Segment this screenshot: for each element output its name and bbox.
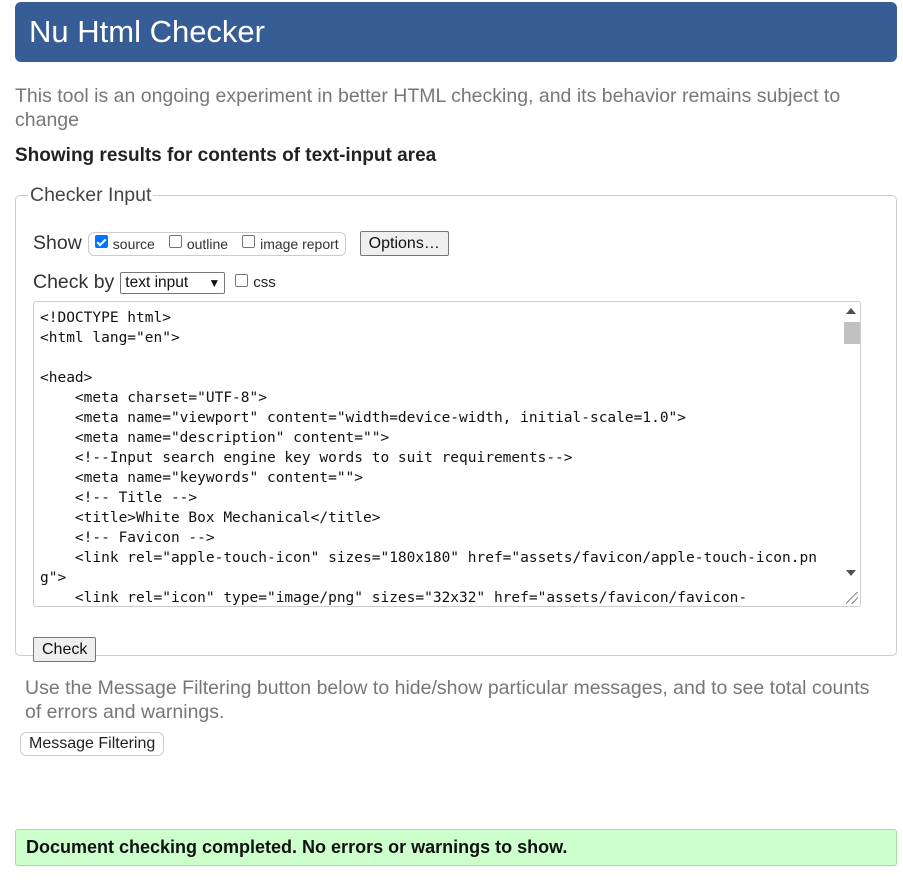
outline-label: outline	[186, 235, 229, 252]
page-title: Nu Html Checker	[29, 14, 265, 49]
check-by-select[interactable]: text input ▼	[120, 271, 226, 294]
chevron-down-icon: ▼	[208, 275, 221, 290]
scroll-down-arrow-icon[interactable]	[846, 570, 856, 576]
show-label: Show	[33, 232, 82, 254]
source-textarea[interactable]: <!DOCTYPE html> <html lang="en"> <head> …	[33, 301, 861, 607]
show-source-option[interactable]: source	[94, 235, 155, 252]
intro-text: This tool is an ongoing experiment in be…	[15, 85, 841, 131]
outline-checkbox[interactable]	[168, 235, 182, 248]
show-image-report-option[interactable]: image report	[242, 235, 339, 252]
success-message: Document checking completed. No errors o…	[15, 829, 897, 866]
checker-input-legend: Checker Input	[30, 184, 152, 206]
show-row: Show source outline image report Options…	[33, 231, 449, 256]
scrollbar-thumb[interactable]	[844, 322, 860, 344]
header-banner: Nu Html Checker	[15, 2, 897, 62]
message-filtering-button[interactable]: Message Filtering	[20, 732, 165, 756]
check-by-selected-value: text input	[125, 273, 189, 291]
results-heading: Showing results for contents of text-inp…	[15, 145, 437, 166]
check-button-wrapper: Check	[33, 637, 97, 662]
image-report-label: image report	[260, 235, 339, 252]
check-button[interactable]: Check	[33, 637, 97, 662]
source-label: source	[112, 235, 155, 252]
show-outline-option[interactable]: outline	[168, 235, 229, 252]
check-by-label: Check by	[33, 271, 115, 293]
options-button[interactable]: Options…	[359, 231, 449, 256]
image-report-checkbox[interactable]	[242, 235, 256, 248]
message-filtering-description: Use the Message Filtering button below t…	[25, 677, 870, 723]
css-label: css	[253, 274, 276, 291]
show-options-group: source outline image report	[87, 231, 346, 256]
css-checkbox[interactable]	[235, 274, 249, 287]
css-option[interactable]: css	[235, 274, 276, 291]
check-by-row: Check by text input ▼ css	[33, 271, 276, 294]
source-checkbox[interactable]	[94, 235, 108, 248]
resize-grip-icon[interactable]	[846, 592, 858, 604]
textarea-scrollbar[interactable]	[842, 302, 860, 606]
checker-input-fieldset: Checker Input Show source outline image …	[15, 184, 897, 662]
source-code-text: <!DOCTYPE html> <html lang="en"> <head> …	[40, 310, 817, 606]
scroll-up-arrow-icon[interactable]	[846, 308, 856, 314]
